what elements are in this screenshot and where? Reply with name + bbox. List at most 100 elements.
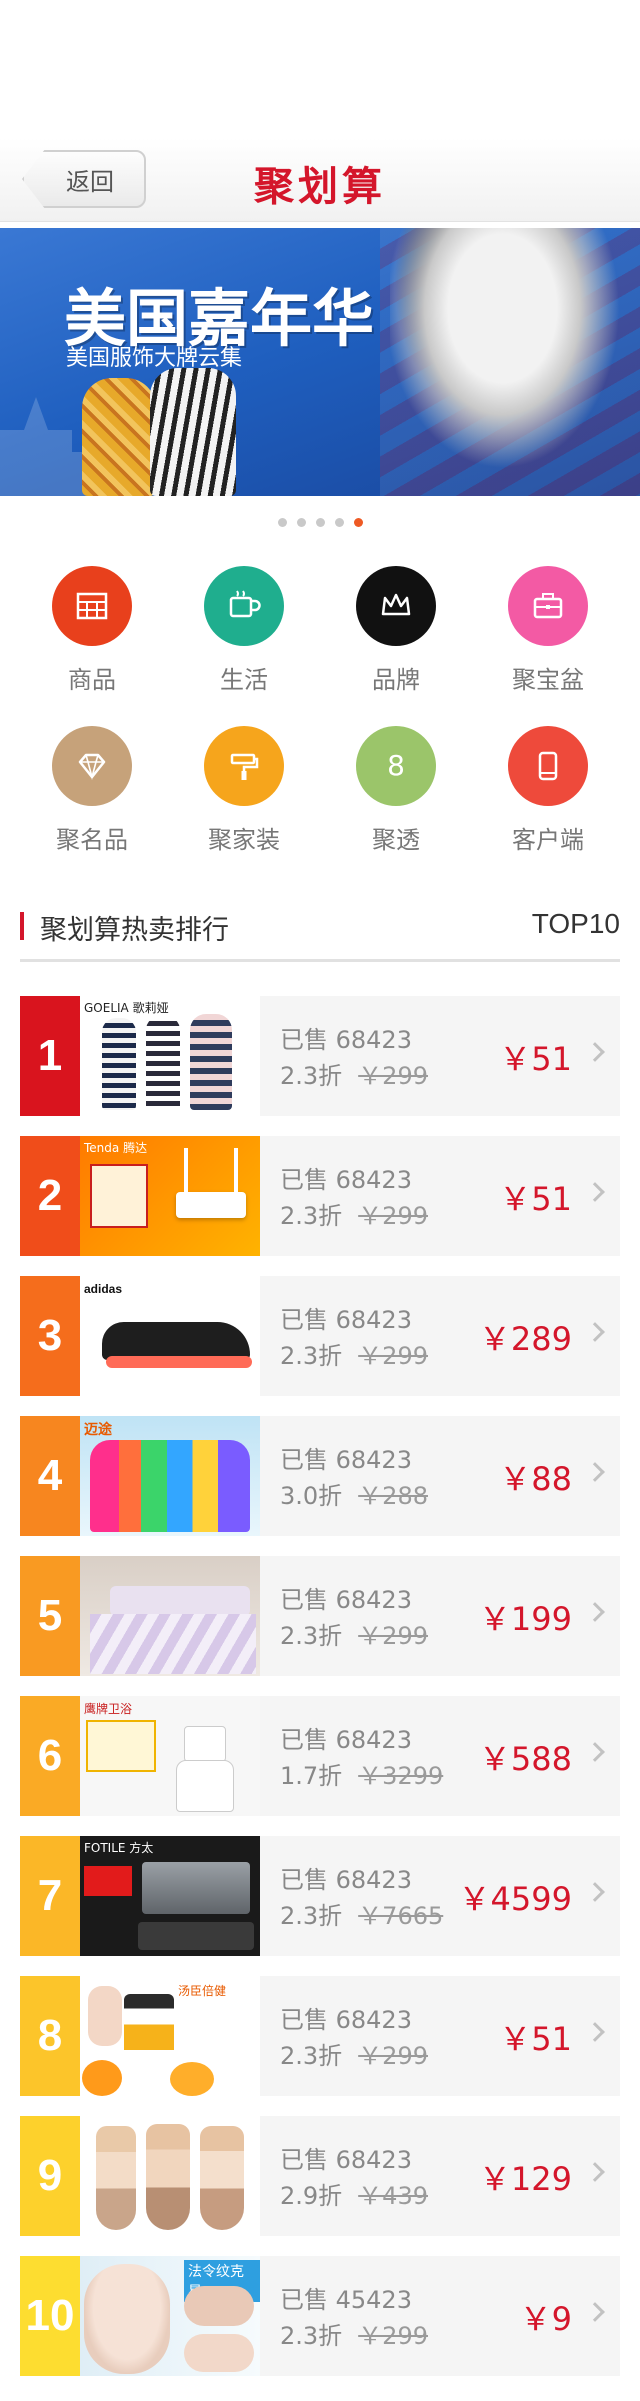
thumb-toilet-tank bbox=[184, 1726, 226, 1762]
ranking-row[interactable]: 1 GOELIA 歌莉娅 已售 68423 2.3折 ￥299 ￥51 bbox=[20, 996, 620, 1116]
original-price: ￥299 bbox=[358, 1062, 428, 1090]
thumb-figure bbox=[146, 1016, 180, 1110]
sale-price: ￥88 bbox=[499, 1460, 572, 1498]
phone-icon bbox=[508, 726, 588, 806]
category-home-decor[interactable]: 聚家装 bbox=[184, 726, 304, 855]
thumb-sole bbox=[106, 1356, 252, 1368]
sold-count: 已售 68423 bbox=[280, 1586, 412, 1614]
thumb-face bbox=[84, 2264, 170, 2374]
top-nav-bar: 返回 聚划算 bbox=[0, 138, 640, 222]
thumb-brand: Tenda 腾达 bbox=[84, 1141, 148, 1155]
carousel-dot[interactable] bbox=[315, 518, 325, 527]
sold-count: 已售 68423 bbox=[280, 1866, 412, 1894]
rank-number: 2 bbox=[20, 1136, 80, 1256]
discount-rate: 2.3折 bbox=[280, 1342, 343, 1370]
ranking-row[interactable]: 8 汤臣倍健 已售 68423 2.3折 ￥299 ￥51 bbox=[20, 1976, 620, 2096]
discount-rate: 2.3折 bbox=[280, 1202, 343, 1230]
sold-count: 已售 68423 bbox=[280, 1026, 412, 1054]
product-thumbnail: 汤臣倍健 bbox=[80, 1976, 260, 2096]
ranking-row[interactable]: 7 FOTILE 方太 已售 68423 2.3折 ￥7665 ￥4599 bbox=[20, 1836, 620, 1956]
rank-number: 1 bbox=[20, 996, 80, 1116]
discount-rate: 2.3折 bbox=[280, 2042, 343, 2070]
thumb-brand: adidas bbox=[84, 1282, 123, 1296]
thumb-lips-before bbox=[184, 2286, 254, 2326]
banner-model-image bbox=[390, 228, 640, 496]
category-brand[interactable]: 品牌 bbox=[336, 566, 456, 695]
hot-sale-ranking-header: 聚划算热卖排行 TOP10 bbox=[20, 900, 620, 962]
product-thumbnail bbox=[80, 1556, 260, 1676]
category-preview[interactable]: 8 聚透 bbox=[336, 726, 456, 855]
thumb-brand: GOELIA 歌莉娅 bbox=[84, 1001, 169, 1015]
discount-rate: 2.9折 bbox=[280, 2182, 343, 2210]
sale-price: ￥9 bbox=[519, 2300, 572, 2338]
ranking-row[interactable]: 10 法令纹克星 已售 45423 2.3折 ￥299 ￥9 bbox=[20, 2256, 620, 2376]
sale-price: ￥588 bbox=[478, 1740, 572, 1778]
category-label: 聚宝盆 bbox=[512, 666, 584, 694]
discount: 2.9折 ￥439 bbox=[280, 2176, 428, 2211]
thumb-model bbox=[88, 1986, 122, 2046]
diamond-icon bbox=[52, 726, 132, 806]
rank-number: 5 bbox=[20, 1556, 80, 1676]
rank-number: 10 bbox=[20, 2256, 80, 2376]
discount: 2.3折 ￥299 bbox=[280, 1056, 428, 1091]
chevron-right-icon bbox=[585, 2022, 605, 2042]
sold-count: 已售 68423 bbox=[280, 2146, 412, 2174]
carousel-dot-active[interactable] bbox=[353, 518, 363, 527]
ranking-row[interactable]: 5 已售 68423 2.3折 ￥299 ￥199 bbox=[20, 1556, 620, 1676]
carousel-dot[interactable] bbox=[334, 518, 344, 527]
discount: 2.3折 ￥299 bbox=[280, 1336, 428, 1371]
thumb-figure bbox=[200, 2126, 244, 2230]
banner-dress-image bbox=[82, 378, 156, 496]
chevron-right-icon bbox=[585, 1182, 605, 1202]
carousel-dot[interactable] bbox=[277, 518, 287, 527]
category-treasure-box[interactable]: 聚宝盆 bbox=[488, 566, 608, 695]
paint-roller-icon bbox=[204, 726, 284, 806]
ranking-row[interactable]: 2 Tenda 腾达 已售 68423 2.3折 ￥299 ￥51 bbox=[20, 1136, 620, 1256]
category-label: 聚透 bbox=[372, 826, 420, 854]
sale-price: ￥51 bbox=[499, 1040, 572, 1078]
sale-price: ￥51 bbox=[499, 1180, 572, 1218]
cup-icon bbox=[204, 566, 284, 646]
thumb-orange bbox=[170, 2062, 214, 2096]
thumb-figure bbox=[190, 1014, 232, 1110]
page-title: 聚划算 bbox=[254, 164, 386, 210]
section-accent-bar bbox=[20, 912, 24, 940]
category-label: 聚家装 bbox=[208, 826, 280, 854]
category-goods[interactable]: 商品 bbox=[32, 566, 152, 695]
category-life[interactable]: 生活 bbox=[184, 566, 304, 695]
category-label: 聚名品 bbox=[56, 826, 128, 854]
category-label: 客户端 bbox=[512, 826, 584, 854]
thumb-antenna bbox=[184, 1148, 188, 1194]
product-thumbnail: 法令纹克星 bbox=[80, 2256, 260, 2376]
thumb-antenna bbox=[234, 1148, 238, 1194]
carousel-indicator bbox=[0, 514, 640, 532]
carousel-dot[interactable] bbox=[296, 518, 306, 527]
ranking-row[interactable]: 9 已售 68423 2.9折 ￥439 ￥129 bbox=[20, 2116, 620, 2236]
discount-rate: 2.3折 bbox=[280, 2322, 343, 2350]
promo-banner[interactable]: 美国嘉年华 美国服饰大牌云集 bbox=[0, 228, 640, 496]
thumb-figure bbox=[102, 1018, 136, 1110]
product-thumbnail bbox=[80, 2116, 260, 2236]
ranking-row[interactable]: 6 鹰牌卫浴 已售 68423 1.7折 ￥3299 ￥588 bbox=[20, 1696, 620, 1816]
original-price: ￥299 bbox=[358, 2042, 428, 2070]
product-thumbnail: 迈途 bbox=[80, 1416, 260, 1536]
ranking-row[interactable]: 4 迈途 已售 68423 3.0折 ￥288 ￥88 bbox=[20, 1416, 620, 1536]
category-label: 生活 bbox=[220, 666, 268, 694]
category-luxury[interactable]: 聚名品 bbox=[32, 726, 152, 855]
thumb-tag bbox=[84, 1866, 132, 1896]
rank-number: 4 bbox=[20, 1416, 80, 1536]
category-client[interactable]: 客户端 bbox=[488, 726, 608, 855]
discount-rate: 1.7折 bbox=[280, 1762, 343, 1790]
discount-rate: 3.0折 bbox=[280, 1482, 343, 1510]
thumb-jackets bbox=[90, 1440, 250, 1532]
original-price: ￥299 bbox=[358, 1342, 428, 1370]
sold-count: 已售 68423 bbox=[280, 1446, 412, 1474]
chevron-right-icon bbox=[585, 2162, 605, 2182]
original-price: ￥439 bbox=[358, 2182, 428, 2210]
sale-price: ￥289 bbox=[478, 1320, 572, 1358]
product-thumbnail: FOTILE 方太 bbox=[80, 1836, 260, 1956]
chevron-right-icon bbox=[585, 1882, 605, 1902]
rank-number: 8 bbox=[20, 1976, 80, 2096]
ranking-row[interactable]: 3 adidas 已售 68423 2.3折 ￥299 ￥289 bbox=[20, 1276, 620, 1396]
original-price: ￥288 bbox=[358, 1482, 428, 1510]
